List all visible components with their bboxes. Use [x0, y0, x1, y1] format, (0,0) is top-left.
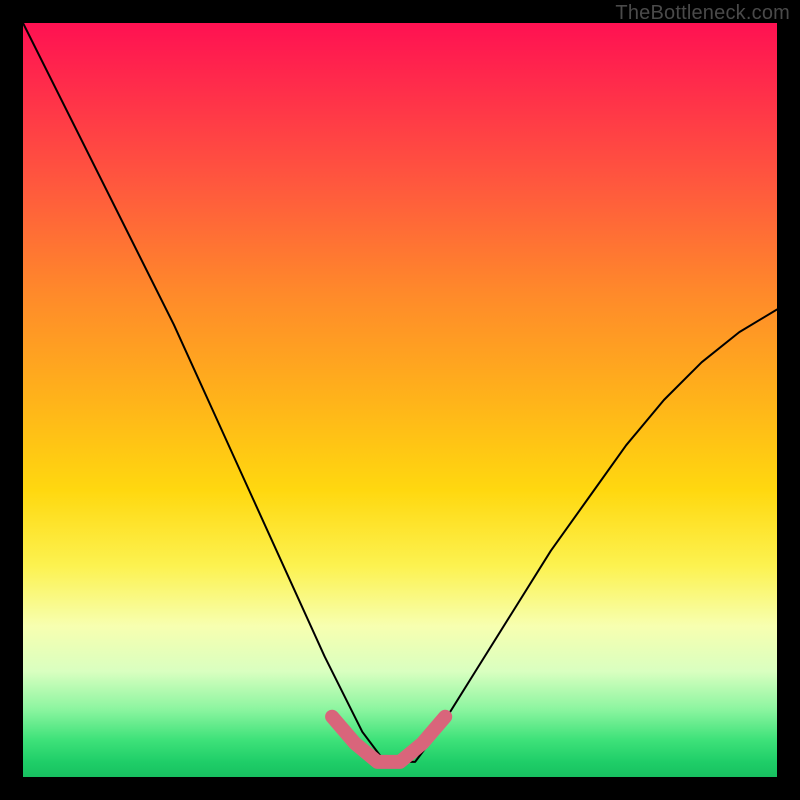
curve-line — [23, 23, 777, 762]
chart-svg — [23, 23, 777, 777]
highlight-segment — [332, 717, 445, 762]
watermark-label: TheBottleneck.com — [615, 2, 790, 25]
chart-frame: TheBottleneck.com — [0, 0, 800, 800]
highlight-line — [332, 717, 445, 762]
bottleneck-curve — [23, 23, 777, 762]
chart-plot-area — [23, 23, 777, 777]
